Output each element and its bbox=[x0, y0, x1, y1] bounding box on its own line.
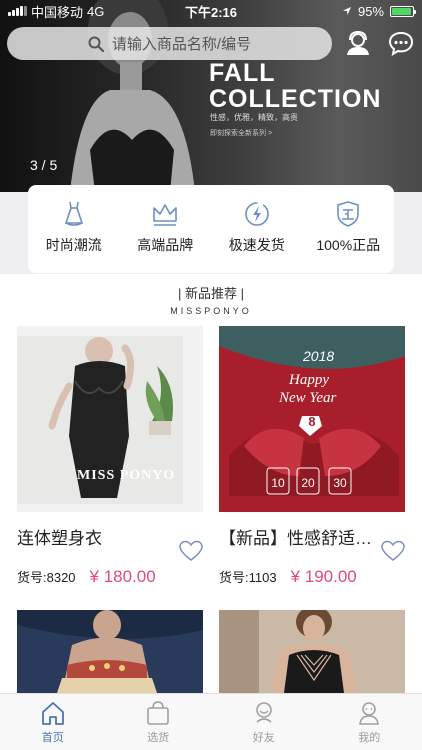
tab-friends[interactable]: 好友 bbox=[224, 694, 304, 750]
banner-pager: 3 / 5 bbox=[30, 157, 58, 173]
location-icon bbox=[342, 7, 351, 15]
product-card[interactable] bbox=[219, 610, 405, 693]
product-image-year: 2018 bbox=[303, 348, 335, 364]
product-card[interactable] bbox=[17, 610, 203, 693]
product-sku: 货号:1103 bbox=[219, 570, 277, 585]
home-icon bbox=[41, 702, 64, 725]
product-image[interactable] bbox=[219, 610, 405, 693]
messages-button[interactable] bbox=[384, 26, 418, 60]
section-title: | 新品推荐 | bbox=[178, 286, 244, 301]
tab-home[interactable]: 首页 bbox=[13, 694, 93, 750]
lightning-icon bbox=[244, 202, 269, 226]
product-image-date-3: 30 bbox=[333, 476, 347, 490]
feature-label: 时尚潮流 bbox=[45, 237, 102, 253]
product-sku: 货号:8320 bbox=[17, 570, 76, 585]
product-card[interactable]: 2018 Happy New Year 8 10 20 30 【新品】性感舒适…… bbox=[219, 326, 405, 587]
crown-icon bbox=[153, 204, 178, 226]
product-image-happy: Happy bbox=[289, 372, 329, 388]
battery-icon bbox=[390, 5, 416, 17]
tab-profile[interactable]: 我的 bbox=[329, 694, 409, 750]
product-image[interactable]: 2018 Happy New Year 8 10 20 30 bbox=[219, 326, 405, 512]
friends-icon bbox=[255, 702, 272, 723]
search-input[interactable]: 请输入商品名称/编号 bbox=[7, 27, 332, 60]
heart-icon[interactable] bbox=[179, 540, 203, 562]
banner-link[interactable]: 即刻探索全新系列 > bbox=[210, 128, 272, 138]
profile-icon bbox=[359, 702, 380, 725]
tab-shop[interactable]: 选货 bbox=[118, 694, 198, 750]
tab-label: 首页 bbox=[41, 732, 64, 744]
product-image-date-2: 20 bbox=[301, 476, 315, 490]
product-price: ¥ 190.00 bbox=[290, 567, 357, 586]
feature-fast-delivery[interactable]: 极速发货 bbox=[212, 199, 302, 273]
banner-subtitle: 性感，优雅，精致，高贵 bbox=[210, 113, 298, 122]
network: 4G bbox=[87, 3, 105, 19]
dress-icon bbox=[64, 201, 83, 226]
feature-label: 100%正品 bbox=[316, 237, 381, 253]
feature-brand[interactable]: 高端品牌 bbox=[120, 199, 210, 273]
banner-title: FALL COLLECTION bbox=[209, 59, 382, 113]
search-placeholder: 请输入商品名称/编号 bbox=[111, 36, 252, 53]
product-name[interactable]: 【新品】性感舒适… bbox=[219, 524, 384, 549]
status-bar: 中国移动 4G 下午2:16 95% bbox=[0, 0, 422, 22]
product-card[interactable]: MISS PONYO 连体塑身衣 货号:8320 ¥ 180.00 bbox=[17, 326, 203, 587]
product-image-brand: MISS PONYO bbox=[77, 468, 176, 483]
heart-icon[interactable] bbox=[381, 540, 405, 562]
carrier: 中国移动 bbox=[31, 4, 84, 20]
section-subtitle: MISSPONYO bbox=[170, 306, 252, 316]
search-icon bbox=[88, 36, 104, 52]
customer-service-button[interactable] bbox=[341, 26, 375, 60]
chat-icon bbox=[388, 31, 414, 56]
tab-label: 我的 bbox=[358, 732, 381, 744]
bag-icon bbox=[147, 701, 170, 725]
feature-label: 极速发货 bbox=[228, 237, 285, 253]
product-image-date-1: 10 bbox=[271, 476, 285, 490]
customer-service-icon bbox=[347, 30, 369, 55]
tab-label: 好友 bbox=[252, 732, 275, 744]
product-image-new-year: New Year bbox=[279, 390, 337, 406]
product-image-badge: 8 bbox=[308, 414, 316, 429]
feature-fashion[interactable]: 时尚潮流 bbox=[29, 199, 119, 273]
feature-card: 时尚潮流 高端品牌 极速发货 100%正品 bbox=[28, 185, 394, 273]
feature-authentic[interactable]: 100%正品 bbox=[303, 199, 393, 273]
signal-icon bbox=[8, 6, 27, 16]
product-name[interactable]: 连体塑身衣 bbox=[17, 524, 182, 549]
product-price: ¥ 180.00 bbox=[89, 567, 156, 586]
shield-icon bbox=[337, 201, 360, 227]
feature-label: 高端品牌 bbox=[137, 237, 194, 253]
battery-percent: 95% bbox=[357, 3, 384, 19]
product-image[interactable]: MISS PONYO bbox=[17, 326, 203, 512]
product-image[interactable] bbox=[17, 610, 203, 693]
tab-bar: 首页 选货 好友 我的 bbox=[0, 693, 422, 750]
tab-label: 选货 bbox=[147, 732, 170, 744]
